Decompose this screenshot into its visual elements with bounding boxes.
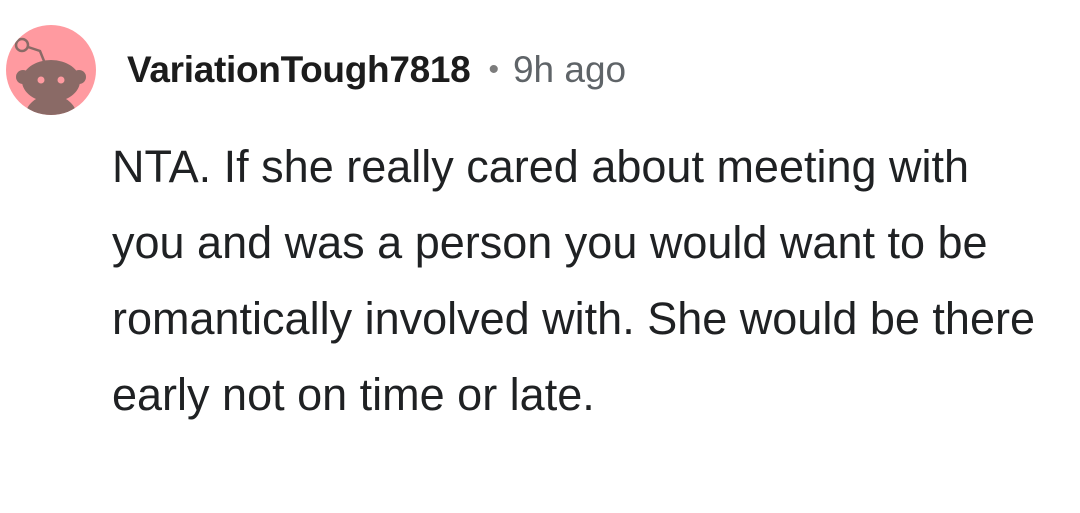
- snoo-avatar-icon: [14, 37, 86, 115]
- comment-body: NTA. If she really cared about meeting w…: [112, 141, 1035, 420]
- comment-header: VariationTough7818 • 9h ago: [127, 44, 626, 96]
- comment: VariationTough7818 • 9h ago NTA. If she …: [0, 0, 1080, 513]
- username[interactable]: VariationTough7818: [127, 49, 471, 91]
- timestamp: 9h ago: [512, 49, 627, 90]
- separator-dot: •: [488, 53, 499, 86]
- avatar[interactable]: [6, 25, 96, 115]
